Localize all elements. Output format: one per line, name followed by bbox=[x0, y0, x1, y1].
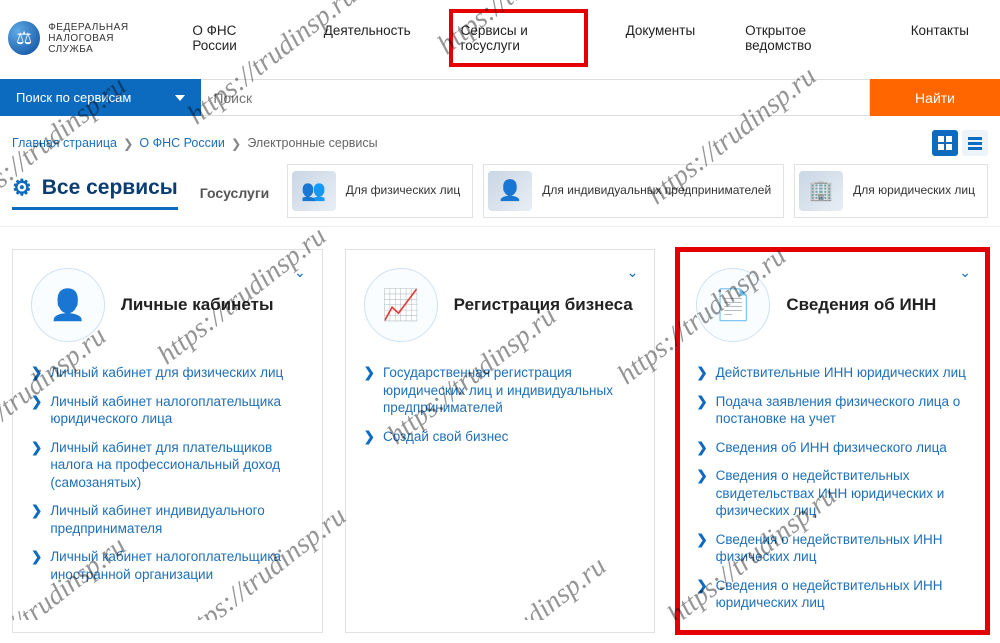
chevron-right-icon: ❯ bbox=[31, 364, 42, 382]
link[interactable]: Сведения об ИНН физического лица bbox=[716, 439, 947, 457]
expand-button[interactable]: ⌄ bbox=[627, 264, 639, 281]
filter-gosuslugi[interactable]: Госуслуги bbox=[200, 185, 270, 210]
nav-contacts[interactable]: Контакты bbox=[905, 15, 975, 61]
services-dropdown[interactable]: Поиск по сервисам bbox=[0, 79, 201, 116]
link[interactable]: Сведения о недействительных свидетельств… bbox=[716, 467, 969, 520]
nav-services[interactable]: Сервисы и госуслуги bbox=[455, 15, 582, 61]
expand-button[interactable]: ⌄ bbox=[959, 264, 971, 281]
chevron-down-icon bbox=[175, 95, 185, 101]
person-icon: 👤 bbox=[488, 171, 532, 211]
filter-all[interactable]: ⚙ Все сервисы bbox=[12, 175, 178, 210]
people-icon: 👥 bbox=[292, 171, 336, 211]
chevron-right-icon: ❯ bbox=[231, 136, 241, 151]
chevron-right-icon: ❯ bbox=[696, 364, 707, 382]
expand-button[interactable]: ⌄ bbox=[294, 264, 306, 281]
chevron-right-icon: ❯ bbox=[696, 467, 707, 520]
card-title: Сведения об ИНН bbox=[786, 295, 936, 315]
chevron-right-icon: ❯ bbox=[31, 439, 42, 492]
link[interactable]: Сведения о недействительных ИНН юридичес… bbox=[716, 577, 969, 612]
card-title: Личные кабинеты bbox=[121, 295, 273, 315]
link[interactable]: Личный кабинет для физических лиц bbox=[50, 364, 283, 382]
nav-activity[interactable]: Деятельность bbox=[318, 15, 417, 61]
suit-icon: 🏢 bbox=[799, 171, 843, 211]
gear-icon: ⚙ bbox=[12, 175, 32, 201]
emblem-icon: ⚖ bbox=[8, 21, 40, 55]
card-personal-accounts: ⌄ 👤 Личные кабинеты ❯Личный кабинет для … bbox=[12, 249, 323, 633]
chevron-right-icon: ❯ bbox=[696, 531, 707, 566]
header: ⚖ ФЕДЕРАЛЬНАЯ НАЛОГОВАЯ СЛУЖБА О ФНС Рос… bbox=[0, 0, 1000, 79]
nav-open[interactable]: Открытое ведомство bbox=[739, 15, 867, 61]
link[interactable]: Личный кабинет налогоплательщика юридиче… bbox=[50, 393, 303, 428]
search-row: Поиск по сервисам Найти bbox=[0, 79, 1000, 116]
documents-icon: 📄 bbox=[696, 268, 770, 342]
logo[interactable]: ⚖ ФЕДЕРАЛЬНАЯ НАЛОГОВАЯ СЛУЖБА bbox=[8, 21, 156, 55]
link[interactable]: Государственная регистрация юридических … bbox=[383, 364, 636, 417]
crumb-home[interactable]: Главная страница bbox=[12, 136, 117, 150]
cards-grid: ⌄ 👤 Личные кабинеты ❯Личный кабинет для … bbox=[0, 227, 1000, 643]
nav-about[interactable]: О ФНС России bbox=[186, 15, 279, 61]
search-button[interactable]: Найти bbox=[870, 79, 1000, 116]
link[interactable]: Создай свой бизнес bbox=[383, 428, 508, 446]
main-nav: О ФНС России Деятельность Сервисы и госу… bbox=[186, 15, 975, 61]
crumb-current: Электронные сервисы bbox=[247, 136, 377, 150]
filter-fiz[interactable]: 👥 Для физических лиц bbox=[287, 164, 474, 218]
chevron-right-icon: ❯ bbox=[364, 364, 375, 417]
chevron-right-icon: ❯ bbox=[123, 136, 133, 151]
link[interactable]: Личный кабинет индивидуального предприни… bbox=[50, 502, 303, 537]
chevron-right-icon: ❯ bbox=[31, 393, 42, 428]
person-lock-icon: 👤 bbox=[31, 268, 105, 342]
search-input[interactable] bbox=[201, 79, 870, 116]
chart-up-icon: 📈 bbox=[364, 268, 438, 342]
crumb-row: Главная страница ❯ О ФНС России ❯ Электр… bbox=[0, 116, 1000, 164]
card-inn-info: ⌄ 📄 Сведения об ИНН ❯ Действительные ИНН … bbox=[677, 249, 988, 633]
chevron-right-icon: ❯ bbox=[696, 439, 707, 457]
link[interactable]: Сведения о недействительных ИНН физическ… bbox=[716, 531, 969, 566]
chevron-right-icon: ❯ bbox=[364, 428, 375, 446]
nav-documents[interactable]: Документы bbox=[620, 15, 702, 61]
chevron-right-icon: ❯ bbox=[696, 393, 707, 428]
chevron-right-icon: ❯ bbox=[31, 502, 42, 537]
view-grid-button[interactable] bbox=[932, 130, 958, 156]
link[interactable]: Личный кабинет налогоплательщика иностра… bbox=[50, 548, 303, 583]
card-title: Регистрация бизнеса bbox=[454, 295, 633, 315]
org-name: ФЕДЕРАЛЬНАЯ НАЛОГОВАЯ СЛУЖБА bbox=[48, 22, 156, 55]
chevron-right-icon: ❯ bbox=[31, 548, 42, 583]
crumb-about[interactable]: О ФНС России bbox=[139, 136, 224, 150]
link[interactable]: Действительные ИНН юридических лиц bbox=[716, 364, 966, 382]
link[interactable]: Подача заявления физического лица о пост… bbox=[716, 393, 969, 428]
dropdown-label: Поиск по сервисам bbox=[16, 90, 131, 105]
card-business-registration: ⌄ 📈 Регистрация бизнеса ❯Государственная… bbox=[345, 249, 656, 633]
breadcrumb: Главная страница ❯ О ФНС России ❯ Электр… bbox=[12, 136, 378, 151]
filter-ip[interactable]: 👤 Для индивидуальных предпринимателей bbox=[483, 164, 784, 218]
view-list-button[interactable] bbox=[962, 130, 988, 156]
link[interactable]: Личный кабинет для плательщиков налога н… bbox=[50, 439, 303, 492]
chevron-right-icon: ❯ bbox=[696, 577, 707, 612]
filter-row: ⚙ Все сервисы Госуслуги 👥 Для физических… bbox=[0, 164, 1000, 227]
view-toggle bbox=[932, 130, 988, 156]
filter-jur[interactable]: 🏢 Для юридических лиц bbox=[794, 164, 988, 218]
